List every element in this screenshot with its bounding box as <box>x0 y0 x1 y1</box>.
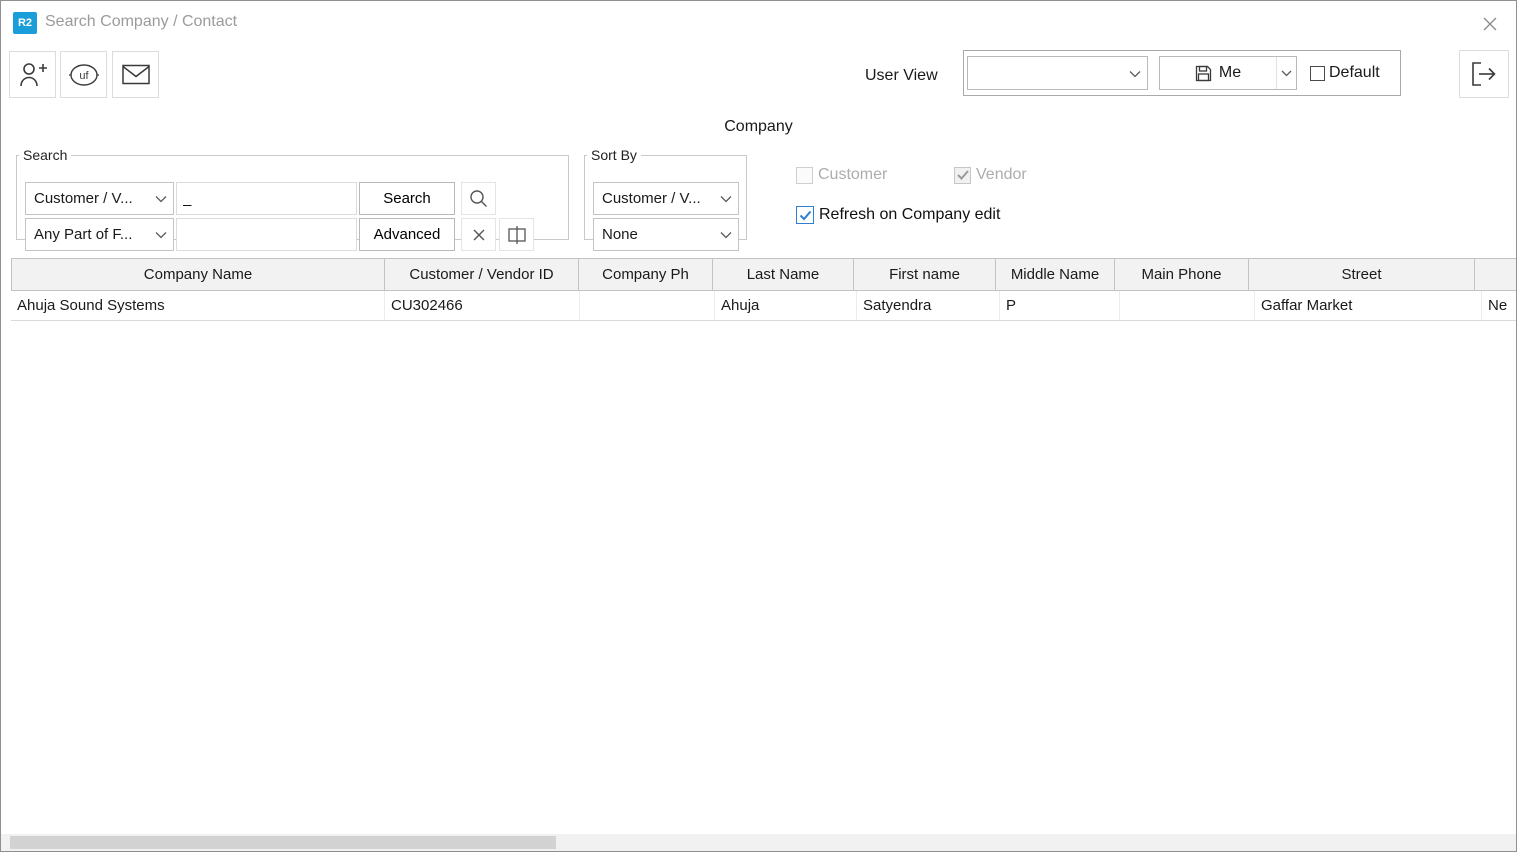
search-group: Search Customer / V... Search Any Part o… <box>16 147 569 240</box>
search-button[interactable]: Search <box>359 182 455 215</box>
refresh-on-edit-checkbox[interactable]: Refresh on Company edit <box>796 206 1000 224</box>
cell-main-phone <box>1120 291 1255 320</box>
search-group-legend: Search <box>19 147 71 163</box>
sort-by-group: Sort By Customer / V... None <box>584 147 747 240</box>
cell-first-name: Satyendra <box>857 291 1000 320</box>
cell-middle-name: P <box>1000 291 1120 320</box>
quick-search-button[interactable] <box>461 182 496 215</box>
sort-primary-selected-value: Customer / V... <box>602 190 701 207</box>
check-icon <box>799 210 812 221</box>
column-header-customer-vendor-id[interactable]: Customer / Vendor ID <box>384 258 579 291</box>
me-dropdown-chevron[interactable] <box>1276 57 1296 89</box>
clear-search-button[interactable] <box>461 218 496 251</box>
magnifier-icon <box>469 189 488 208</box>
vendor-checkbox: Vendor <box>954 166 1027 184</box>
check-icon <box>957 170 969 180</box>
table-header-row: Company Name Customer / Vendor ID Compan… <box>11 258 1516 291</box>
exit-icon <box>1470 61 1498 87</box>
search-secondary-input[interactable] <box>176 218 357 251</box>
search-match-select[interactable]: Any Part of F... <box>25 218 174 251</box>
uf-ellipse-icon: uf <box>67 62 101 88</box>
user-view-select[interactable] <box>967 56 1148 90</box>
chevron-down-icon <box>720 195 732 203</box>
customer-checkbox-box <box>796 167 813 184</box>
title-bar: R2 Search Company / Contact <box>1 1 1516 45</box>
column-header-last-name[interactable]: Last Name <box>712 258 854 291</box>
cell-street: Gaffar Market <box>1255 291 1482 320</box>
me-button-label: Me <box>1219 64 1241 82</box>
chevron-down-icon <box>1129 70 1141 78</box>
vendor-checkbox-box <box>954 167 971 184</box>
close-icon <box>1482 16 1498 32</box>
horizontal-scrollbar[interactable] <box>1 834 1516 851</box>
vendor-checkbox-label: Vendor <box>976 166 1027 184</box>
sort-secondary-selected-value: None <box>602 226 638 243</box>
results-table: Company Name Customer / Vendor ID Compan… <box>11 258 1516 321</box>
cell-company-phone <box>580 291 715 320</box>
app-window: R2 Search Company / Contact uf <box>0 0 1517 852</box>
default-checkbox[interactable]: Default <box>1310 64 1380 82</box>
add-person-icon <box>18 60 48 90</box>
envelope-icon <box>122 64 150 85</box>
company-section-label: Company <box>1 118 1516 136</box>
email-button[interactable] <box>112 51 159 98</box>
default-checkbox-label: Default <box>1329 64 1380 82</box>
cell-company-name: Ahuja Sound Systems <box>11 291 385 320</box>
save-floppy-icon <box>1195 65 1212 82</box>
exit-button[interactable] <box>1459 50 1509 98</box>
sort-primary-select[interactable]: Customer / V... <box>593 182 739 215</box>
search-query-input[interactable] <box>176 182 357 215</box>
clear-x-icon <box>472 228 486 242</box>
add-contact-button[interactable] <box>9 51 56 98</box>
table-row[interactable]: Ahuja Sound Systems CU302466 Ahuja Satye… <box>11 291 1516 321</box>
advanced-button[interactable]: Advanced <box>359 218 455 251</box>
user-view-label: User View <box>865 67 938 85</box>
search-field-select[interactable]: Customer / V... <box>25 182 174 215</box>
search-match-selected-value: Any Part of F... <box>34 226 132 243</box>
app-logo: R2 <box>13 12 37 34</box>
column-header-partial[interactable] <box>1474 258 1516 291</box>
column-header-first-name[interactable]: First name <box>853 258 996 291</box>
column-header-main-phone[interactable]: Main Phone <box>1114 258 1249 291</box>
user-filter-button[interactable]: uf <box>60 51 107 98</box>
customer-checkbox-label: Customer <box>818 166 887 184</box>
chevron-down-icon <box>720 231 732 239</box>
split-view-button[interactable] <box>499 218 534 251</box>
sort-by-legend: Sort By <box>587 147 641 163</box>
cell-last-name: Ahuja <box>715 291 857 320</box>
refresh-checkbox-label: Refresh on Company edit <box>819 206 1000 224</box>
column-header-middle-name[interactable]: Middle Name <box>995 258 1115 291</box>
chevron-down-icon <box>155 231 167 239</box>
close-button[interactable] <box>1476 10 1504 38</box>
user-view-panel: Me Default <box>963 50 1401 96</box>
chevron-down-icon <box>155 195 167 203</box>
svg-text:uf: uf <box>79 70 89 82</box>
column-header-street[interactable]: Street <box>1248 258 1475 291</box>
save-view-me-button[interactable]: Me <box>1159 56 1297 90</box>
column-header-company-name[interactable]: Company Name <box>11 258 385 291</box>
column-header-company-phone[interactable]: Company Ph <box>578 258 713 291</box>
customer-checkbox: Customer <box>796 166 887 184</box>
horizontal-scrollbar-thumb[interactable] <box>10 836 556 849</box>
search-field-selected-value: Customer / V... <box>34 190 133 207</box>
sort-secondary-select[interactable]: None <box>593 218 739 251</box>
split-window-icon <box>506 225 528 245</box>
cell-customer-vendor-id: CU302466 <box>385 291 580 320</box>
default-checkbox-box <box>1310 66 1325 81</box>
window-title: Search Company / Contact <box>45 13 237 31</box>
cell-partial: Ne <box>1482 291 1516 320</box>
refresh-checkbox-box <box>796 206 814 224</box>
